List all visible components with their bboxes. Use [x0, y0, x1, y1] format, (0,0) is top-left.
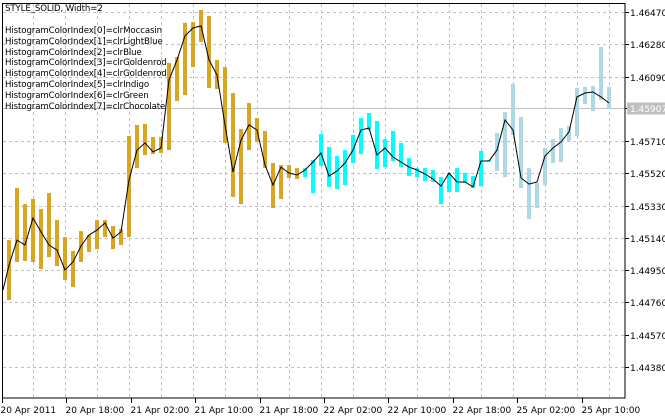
histogram-bar	[319, 133, 323, 167]
legend-line: HistogramColorIndex[7]=clrChocolate	[5, 102, 166, 112]
histogram-bar	[63, 237, 67, 281]
histogram-bar	[15, 187, 19, 263]
histogram-bar	[335, 156, 339, 189]
histogram-bar	[359, 117, 363, 154]
price-label: 1.44380	[630, 364, 665, 374]
price-label: 1.45710	[630, 138, 665, 148]
histogram-bar	[543, 148, 547, 186]
histogram-bar	[327, 147, 331, 187]
histogram-bar	[575, 87, 579, 136]
histogram-bar	[311, 159, 315, 194]
legend-line: HistogramColorIndex[1]=clrLightBlue	[5, 37, 163, 47]
time-axis: 20 Apr 2011 20 Apr 18:00 21 Apr 02:00 21 Ap…	[1, 398, 641, 416]
price-label: 1.45330	[630, 203, 665, 213]
indicator-title: STYLE_SOLID, Width=2	[5, 4, 103, 14]
price-label: 1.44570	[630, 332, 665, 342]
histogram-bar	[375, 121, 379, 169]
histogram-bar	[383, 139, 387, 168]
histogram-bar	[583, 86, 587, 105]
histogram-bar	[551, 139, 555, 163]
time-label: 20 Apr 2011	[1, 406, 57, 416]
legend-line: HistogramColorIndex[4]=clrGoldenrod	[5, 69, 167, 79]
histogram-bar	[607, 86, 611, 109]
time-label: 20 Apr 18:00	[66, 406, 125, 416]
histogram-bar	[39, 209, 43, 269]
histogram-bar	[479, 150, 483, 187]
histogram-bar	[295, 168, 299, 179]
histogram-bar	[591, 86, 595, 112]
histogram-bar	[559, 128, 563, 162]
price-label: 1.46280	[630, 41, 665, 51]
price-label: 1.46470	[630, 9, 665, 19]
legend-line: HistogramColorIndex[0]=clrMoccasin	[5, 26, 162, 36]
legend-line: HistogramColorIndex[3]=clrGoldenrod	[5, 58, 167, 68]
histogram-bar	[135, 124, 139, 169]
histogram-bar	[231, 93, 235, 197]
histogram-bar	[511, 84, 515, 135]
price-label: 1.45140	[630, 235, 665, 245]
price-axis: 1.46470 1.46280 1.46090 1.45907 1.45710 1.455…	[625, 9, 665, 374]
time-label: 22 Apr 02:00	[324, 406, 383, 416]
time-label: 22 Apr 18:00	[453, 406, 512, 416]
histogram-bar	[183, 22, 187, 96]
histogram-bar	[23, 204, 27, 261]
histogram-bar	[527, 168, 531, 220]
histogram-bar	[143, 123, 147, 156]
histogram-bar	[343, 150, 347, 186]
histogram-bar	[263, 131, 267, 169]
legend-line: HistogramColorIndex[5]=clrIndigo	[5, 80, 150, 90]
price-label: 1.45520	[630, 170, 665, 180]
time-label: 22 Apr 10:00	[388, 406, 447, 416]
histogram-bar	[55, 220, 59, 267]
histogram-bar	[47, 193, 51, 258]
histogram-bar	[535, 183, 539, 208]
time-label: 21 Apr 10:00	[195, 406, 254, 416]
time-label: 21 Apr 02:00	[131, 406, 190, 416]
price-label: 1.46090	[630, 74, 665, 84]
time-label: 25 Apr 02:00	[517, 406, 576, 416]
current-price-label: 1.45907	[630, 105, 665, 115]
histogram-bar	[599, 46, 603, 100]
price-label: 1.44950	[630, 267, 665, 277]
histogram-bar	[439, 177, 443, 205]
histogram-bar	[95, 220, 99, 250]
time-label: 21 Apr 18:00	[260, 406, 319, 416]
histogram-bar	[71, 250, 75, 287]
histogram-bar	[31, 198, 35, 263]
legend-line: HistogramColorIndex[6]=clrGreen	[5, 91, 149, 101]
price-label: 1.44760	[630, 299, 665, 309]
time-label: 25 Apr 10:00	[582, 406, 641, 416]
